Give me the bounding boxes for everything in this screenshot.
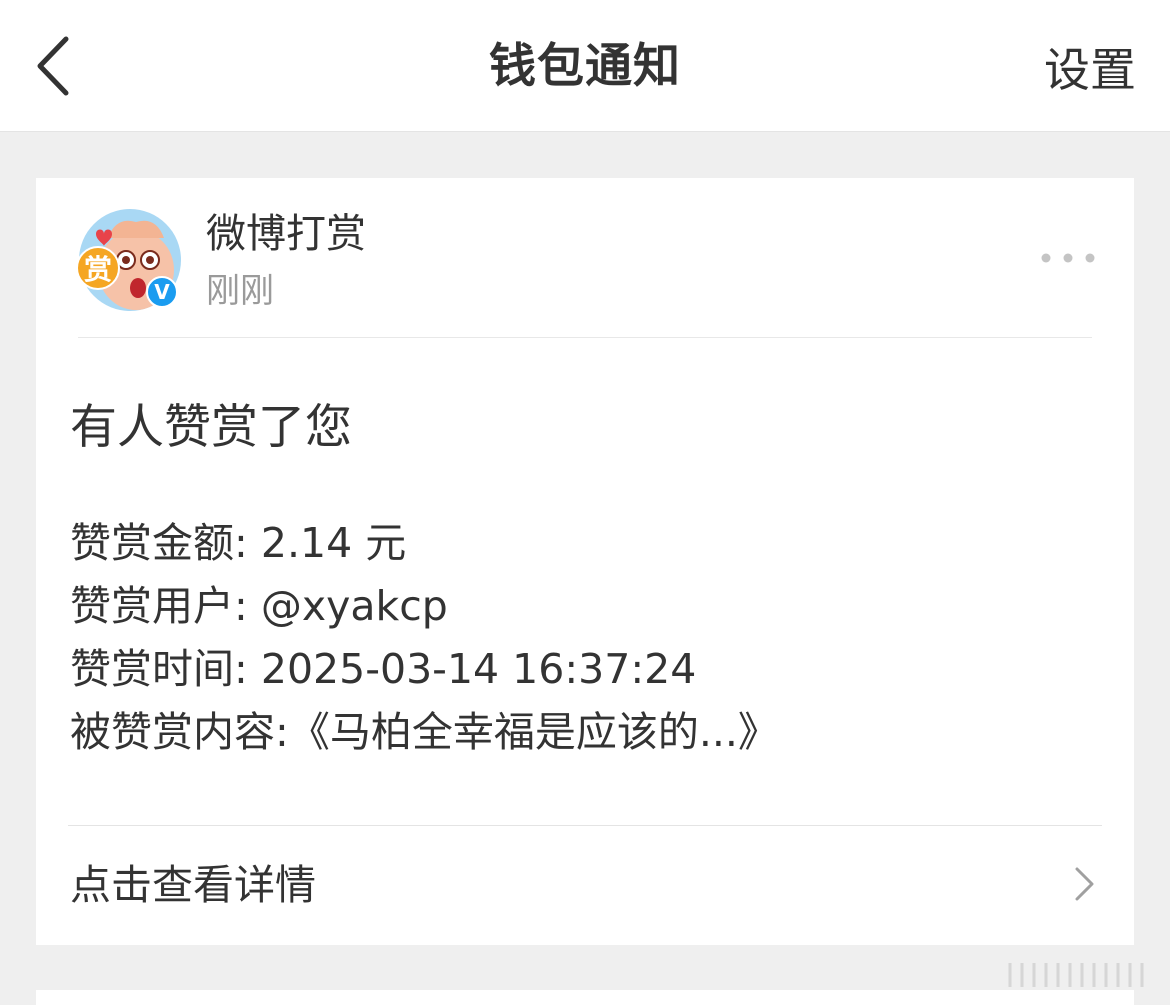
detail-label: 赞赏用户: (70, 582, 248, 630)
detail-row-time: 赞赏时间: 2025-03-14 16:37:24 (70, 638, 779, 701)
top-nav-bar: 钱包通知 设置 (0, 0, 1170, 132)
more-dots-icon[interactable] (1040, 252, 1096, 264)
page-title: 钱包通知 (489, 39, 681, 94)
detail-row-user: 赞赏用户: @xyakcp (70, 575, 779, 638)
message-time: 刚刚 (206, 271, 274, 311)
detail-value: 2.14 元 (260, 519, 407, 567)
next-notification-card (36, 990, 1134, 1005)
settings-button[interactable]: 设置 (1044, 0, 1136, 140)
detail-label: 被赞赏内容: (70, 708, 289, 756)
detail-label: 赞赏金额: (70, 519, 248, 567)
notification-headline: 有人赞赏了您 (70, 400, 352, 455)
detail-row-content: 被赞赏内容:《马柏全幸福是应该的...》 (70, 701, 779, 764)
detail-value: @xyakcp (260, 582, 448, 630)
reward-badge: 赏 (76, 246, 120, 290)
verified-icon: V (146, 276, 178, 308)
watermark-logo (1008, 963, 1144, 987)
view-details-link[interactable]: 点击查看详情 (36, 826, 1134, 945)
detail-value: 《马柏全幸福是应该的...》 (288, 708, 779, 756)
notification-card: 赏 V 微博打赏 刚刚 有人赞赏了您 赞赏金额: 2.14 元 赞赏用户: @x… (36, 178, 1134, 945)
detail-label: 赞赏时间: (70, 645, 248, 693)
detail-value: 2025-03-14 16:37:24 (260, 645, 697, 693)
header-divider (78, 337, 1092, 338)
notification-details: 赞赏金额: 2.14 元 赞赏用户: @xyakcp 赞赏时间: 2025-03… (70, 512, 779, 764)
view-details-label: 点击查看详情 (70, 861, 316, 909)
chevron-right-icon (1075, 867, 1094, 901)
detail-row-amount: 赞赏金额: 2.14 元 (70, 512, 779, 575)
sender-name[interactable]: 微博打赏 (206, 208, 366, 260)
